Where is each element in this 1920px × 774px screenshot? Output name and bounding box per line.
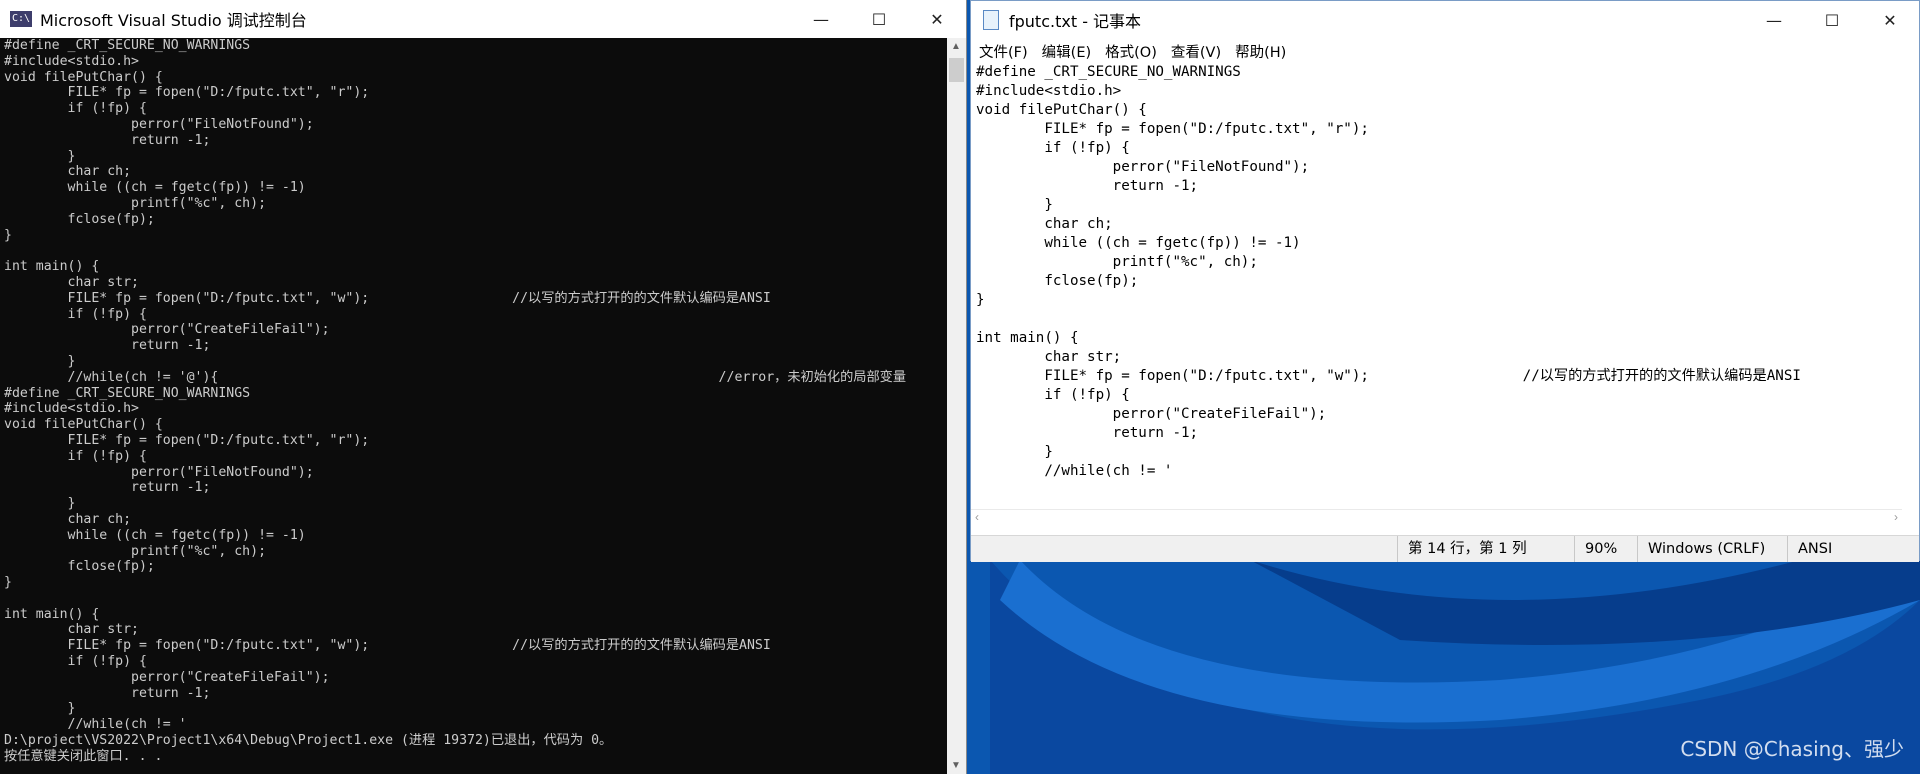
notepad-window[interactable]: fputc.txt - 记事本 — ☐ ✕ 文件(F) 编辑(E) 格式(O) …	[970, 0, 1920, 562]
watermark: CSDN @Chasing、强少	[1680, 737, 1904, 761]
debug-console-window[interactable]: C:\ Microsoft Visual Studio 调试控制台 — ☐ ✕ …	[0, 0, 967, 774]
menu-help[interactable]: 帮助(H)	[1235, 41, 1286, 62]
maximize-icon[interactable]: ☐	[1803, 1, 1861, 39]
notepad-title: fputc.txt - 记事本	[1009, 12, 1142, 31]
console-app-icon: C:\	[10, 11, 32, 27]
minimize-icon[interactable]: —	[1745, 1, 1803, 39]
scroll-left-icon[interactable]: ‹	[975, 510, 979, 524]
close-icon[interactable]: ✕	[908, 0, 966, 38]
console-scroll-thumb[interactable]	[949, 58, 964, 82]
scroll-right-icon[interactable]: ›	[1894, 510, 1898, 524]
notepad-editor[interactable]: #define _CRT_SECURE_NO_WARNINGS #include…	[976, 63, 1898, 509]
scroll-down-icon[interactable]: ▼	[951, 760, 961, 771]
notepad-app-icon	[983, 10, 999, 30]
notepad-titlebar[interactable]: fputc.txt - 记事本 — ☐ ✕	[971, 1, 1919, 39]
minimize-icon[interactable]: —	[792, 0, 850, 38]
editor-horizontal-scrollbar[interactable]: ‹ ›	[971, 509, 1902, 527]
maximize-icon[interactable]: ☐	[850, 0, 908, 38]
menu-view[interactable]: 查看(V)	[1171, 41, 1221, 62]
console-titlebar[interactable]: C:\ Microsoft Visual Studio 调试控制台 — ☐ ✕	[0, 0, 966, 38]
status-zoom: 90%	[1574, 536, 1637, 562]
menu-format[interactable]: 格式(O)	[1105, 41, 1157, 62]
menu-file[interactable]: 文件(F)	[979, 41, 1028, 62]
console-title: Microsoft Visual Studio 调试控制台	[40, 11, 307, 30]
console-output: #define _CRT_SECURE_NO_WARNINGS #include…	[4, 38, 907, 764]
notepad-statusbar: 第 14 行，第 1 列 90% Windows (CRLF) ANSI	[971, 535, 1919, 562]
console-window-controls: — ☐ ✕	[792, 0, 966, 38]
scroll-up-icon[interactable]: ▲	[951, 41, 961, 52]
status-cursor-position: 第 14 行，第 1 列	[1397, 536, 1574, 562]
console-scrollbar[interactable]: ▲ ▼	[947, 38, 966, 774]
status-line-ending: Windows (CRLF)	[1637, 536, 1787, 562]
close-icon[interactable]: ✕	[1861, 1, 1919, 39]
status-encoding: ANSI	[1787, 536, 1919, 562]
notepad-window-controls: — ☐ ✕	[1745, 1, 1919, 39]
menu-edit[interactable]: 编辑(E)	[1042, 41, 1091, 62]
editor-vertical-scrollbar[interactable]	[1902, 63, 1919, 509]
notepad-menubar: 文件(F) 编辑(E) 格式(O) 查看(V) 帮助(H)	[971, 39, 1919, 63]
